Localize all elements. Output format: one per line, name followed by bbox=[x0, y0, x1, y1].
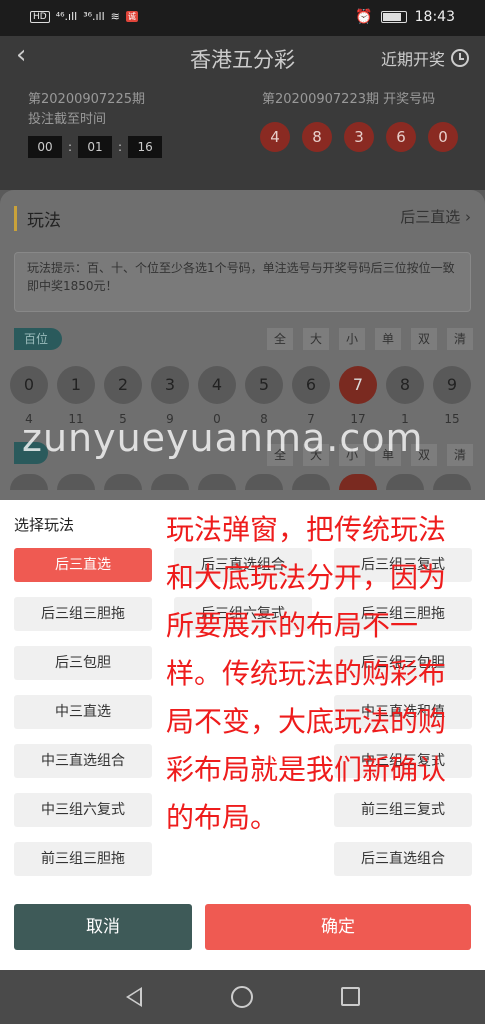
countdown-sep: : bbox=[118, 140, 123, 154]
countdown-sep: : bbox=[68, 140, 73, 154]
previous-issue: 第20200907223期 开奖号码 bbox=[262, 92, 436, 107]
quick-even-button[interactable]: 双 bbox=[411, 328, 437, 350]
previous-number-ball: 0 bbox=[428, 122, 458, 152]
option-active[interactable]: 后三直选 bbox=[14, 548, 152, 582]
confirm-button[interactable]: 确定 bbox=[205, 904, 471, 950]
number-ball[interactable]: 5 bbox=[245, 366, 283, 404]
app-badge-icon: 诚 bbox=[125, 11, 138, 22]
status-time: 18:43 bbox=[414, 9, 455, 25]
play-mode-selector[interactable]: 后三直选 › bbox=[400, 206, 471, 227]
quick-odd-button[interactable]: 单 bbox=[375, 328, 401, 350]
number-ball[interactable]: 2 bbox=[104, 366, 142, 404]
annotation-text: 玩法弹窗，把传统玩法和大底玩法分开，因为所要展示的布局不一样。传统玩法的购彩布局… bbox=[166, 513, 447, 834]
signal-icon-2: ³⁶.ıll bbox=[83, 10, 105, 23]
previous-number-ball: 3 bbox=[344, 122, 374, 152]
status-right: ⏰ 18:43 bbox=[355, 9, 455, 25]
number-ball-row-2 bbox=[10, 474, 471, 490]
number-ball-partial[interactable] bbox=[245, 474, 283, 490]
play-tip: 玩法提示：百、十、个位至少各选1个号码，单注选号与开奖号码后三位按位一致即中奖1… bbox=[14, 252, 471, 312]
option-right[interactable]: 后三直选组合 bbox=[334, 842, 472, 876]
home-circle-icon[interactable] bbox=[231, 986, 253, 1008]
option[interactable]: 前三组三胆拖 bbox=[14, 842, 152, 876]
option[interactable]: 中三组六复式 bbox=[14, 793, 152, 827]
system-nav-bar bbox=[0, 970, 485, 1024]
option[interactable]: 中三直选 bbox=[14, 695, 152, 729]
sheet-title: 玩法 bbox=[14, 206, 61, 231]
quick-clear-button[interactable]: 清 bbox=[447, 444, 473, 466]
clock-icon bbox=[451, 49, 469, 67]
number-ball[interactable]: 8 bbox=[386, 366, 424, 404]
number-ball[interactable]: 0 bbox=[10, 366, 48, 404]
play-mode-label: 后三直选 bbox=[400, 208, 461, 226]
number-ball[interactable]: 4 bbox=[198, 366, 236, 404]
status-bar: HD ⁴⁶.ıll ³⁶.ıll ≋ 诚 ⏰ 18:43 bbox=[0, 0, 485, 36]
signal-icon: ⁴⁶.ıll bbox=[55, 10, 78, 23]
app-header: ‹ 香港五分彩 近期开奖 bbox=[0, 36, 485, 80]
number-ball-partial[interactable] bbox=[386, 474, 424, 490]
number-ball-partial[interactable] bbox=[151, 474, 189, 490]
number-ball[interactable]: 6 bbox=[292, 366, 330, 404]
wifi-icon: ≋ bbox=[110, 10, 120, 23]
modal-title: 选择玩法 bbox=[14, 516, 75, 534]
number-ball-partial-selected[interactable] bbox=[339, 474, 377, 490]
quick-all-button[interactable]: 全 bbox=[267, 328, 293, 350]
number-ball-partial[interactable] bbox=[292, 474, 330, 490]
hd-icon: HD bbox=[30, 10, 50, 23]
previous-number-ball: 8 bbox=[302, 122, 332, 152]
back-triangle-icon[interactable] bbox=[126, 987, 142, 1007]
quick-big-button[interactable]: 大 bbox=[303, 328, 329, 350]
countdown-minutes: 01 bbox=[78, 136, 113, 158]
quick-clear-button[interactable]: 清 bbox=[447, 328, 473, 350]
recent-draws-label: 近期开奖 bbox=[380, 50, 445, 69]
countdown-hours: 00 bbox=[28, 136, 62, 158]
deadline-label: 投注截至时间 bbox=[28, 112, 107, 127]
number-ball-partial[interactable] bbox=[104, 474, 142, 490]
number-ball[interactable]: 9 bbox=[433, 366, 471, 404]
recent-square-icon[interactable] bbox=[341, 987, 360, 1006]
play-select-modal: 选择玩法 后三直选 后三组三胆拖 后三包胆 中三直选 中三直选组合 中三组六复式… bbox=[0, 500, 485, 970]
status-left: HD ⁴⁶.ıll ³⁶.ıll ≋ 诚 bbox=[30, 10, 138, 23]
draw-info-panel: 第20200907225期 投注截至时间 00 : 01 : 16 第20200… bbox=[0, 80, 485, 190]
digit-tag-hundreds: 百位 bbox=[14, 328, 62, 350]
number-ball-partial[interactable] bbox=[433, 474, 471, 490]
watermark-text: zunyueyuanma.com bbox=[22, 416, 424, 460]
quick-select-row: 全 大 小 单 双 清 bbox=[267, 328, 473, 350]
recent-draws-button[interactable]: 近期开奖 bbox=[381, 46, 469, 70]
number-ball-row: 0 1 2 3 4 5 6 7 8 9 bbox=[10, 366, 471, 404]
alarm-icon: ⏰ bbox=[355, 9, 373, 25]
number-ball-selected[interactable]: 7 bbox=[339, 366, 377, 404]
number-ball[interactable]: 1 bbox=[57, 366, 95, 404]
option[interactable]: 后三包胆 bbox=[14, 646, 152, 680]
previous-number-ball: 4 bbox=[260, 122, 290, 152]
option[interactable]: 中三直选组合 bbox=[14, 744, 152, 778]
chevron-right-icon: › bbox=[465, 208, 471, 226]
number-ball-partial[interactable] bbox=[198, 474, 236, 490]
countdown: 00 : 01 : 16 bbox=[28, 136, 163, 158]
quick-small-button[interactable]: 小 bbox=[339, 328, 365, 350]
cancel-button[interactable]: 取消 bbox=[14, 904, 192, 950]
option[interactable]: 后三组三胆拖 bbox=[14, 597, 152, 631]
previous-numbers: 4 8 3 6 0 bbox=[260, 122, 458, 152]
number-ball[interactable]: 3 bbox=[151, 366, 189, 404]
battery-icon bbox=[380, 11, 407, 23]
previous-number-ball: 6 bbox=[386, 122, 416, 152]
countdown-seconds: 16 bbox=[128, 136, 163, 158]
current-issue: 第20200907225期 bbox=[28, 92, 145, 107]
number-ball-partial[interactable] bbox=[57, 474, 95, 490]
omission-count: 15 bbox=[444, 412, 460, 426]
number-ball-partial[interactable] bbox=[10, 474, 48, 490]
